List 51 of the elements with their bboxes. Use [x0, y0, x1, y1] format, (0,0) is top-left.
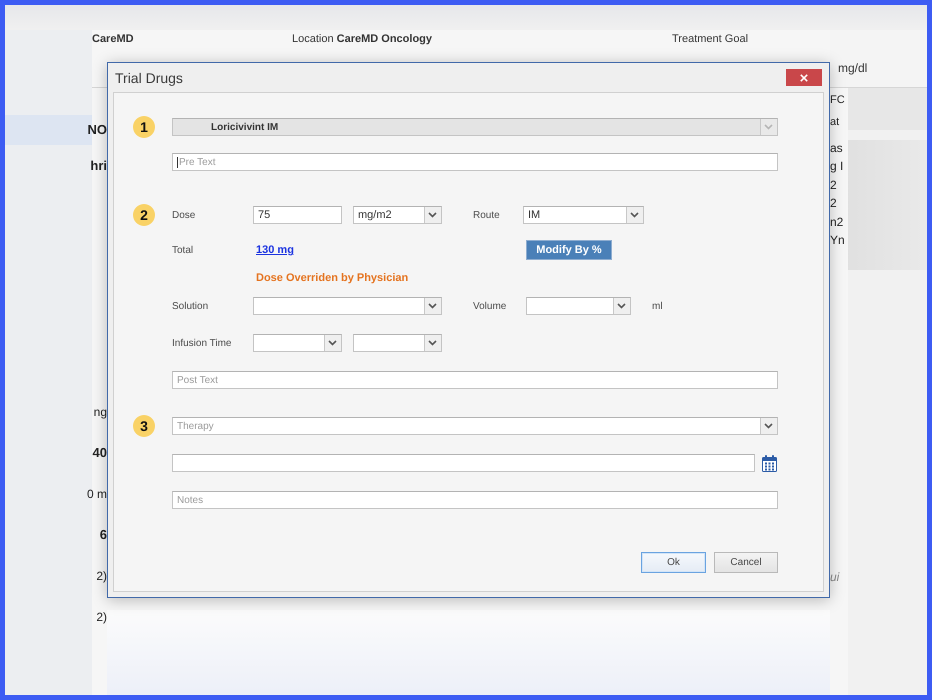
volume-unit-label: ml: [652, 300, 663, 312]
chevron-down-icon[interactable]: [760, 418, 777, 434]
infusion-time-label: Infusion Time: [172, 338, 232, 348]
volume-label: Volume: [473, 300, 508, 312]
background-text: n2: [830, 214, 844, 231]
chevron-down-icon[interactable]: [424, 207, 441, 223]
background-text: 2: [830, 195, 838, 212]
route-select[interactable]: IM: [523, 206, 644, 224]
treatment-goal-label: Treatment Goal: [672, 33, 750, 45]
background-text: 2: [830, 176, 838, 194]
calendar-icon[interactable]: [762, 454, 777, 472]
override-warning: Dose Overriden by Physician: [256, 271, 408, 285]
background-text: 0 m: [86, 486, 107, 503]
close-button[interactable]: [786, 69, 822, 86]
background-text: at: [830, 115, 840, 130]
cancel-button[interactable]: Cancel: [714, 552, 778, 573]
background-text: ui: [830, 569, 840, 586]
dose-label: Dose: [172, 210, 196, 220]
background-text: NO: [88, 121, 107, 139]
chevron-down-icon[interactable]: [613, 298, 630, 314]
background-text: Yn: [830, 232, 846, 250]
total-label: Total: [172, 244, 194, 256]
chevron-down-icon[interactable]: [324, 335, 341, 351]
chevron-down-icon[interactable]: [626, 207, 643, 223]
date-field[interactable]: [172, 454, 755, 472]
step-number: 3: [133, 415, 155, 437]
dose-unit-select[interactable]: mg/m2: [353, 206, 442, 224]
background-text: 2): [96, 609, 107, 626]
unit-text: mg/dl: [838, 61, 868, 75]
background-text: g I: [830, 158, 844, 176]
close-icon: [800, 74, 808, 82]
chevron-down-icon[interactable]: [424, 298, 441, 314]
dose-field[interactable]: 75: [253, 206, 342, 224]
solution-label: Solution: [172, 300, 210, 312]
background-text: hri: [90, 157, 107, 175]
ok-button[interactable]: Ok: [641, 552, 706, 573]
step-number: 1: [133, 116, 155, 138]
background-text: FC: [830, 93, 846, 108]
background-text: 40: [92, 444, 107, 462]
modify-by-percent-button[interactable]: Modify By %: [526, 240, 612, 260]
location-text: Location CareMD Oncology: [292, 33, 434, 45]
total-dose-link[interactable]: 130 mg: [256, 244, 294, 256]
background-text: ng: [94, 404, 107, 421]
background-text: 6: [100, 526, 107, 544]
chevron-down-icon[interactable]: [424, 335, 441, 351]
route-label: Route: [473, 210, 501, 220]
account-text: CareMD: [92, 33, 135, 45]
dialog-title: Trial Drugs: [115, 70, 183, 86]
background-text: as: [830, 140, 844, 157]
step-number: 2: [133, 204, 155, 226]
background-text: 2): [96, 568, 107, 585]
